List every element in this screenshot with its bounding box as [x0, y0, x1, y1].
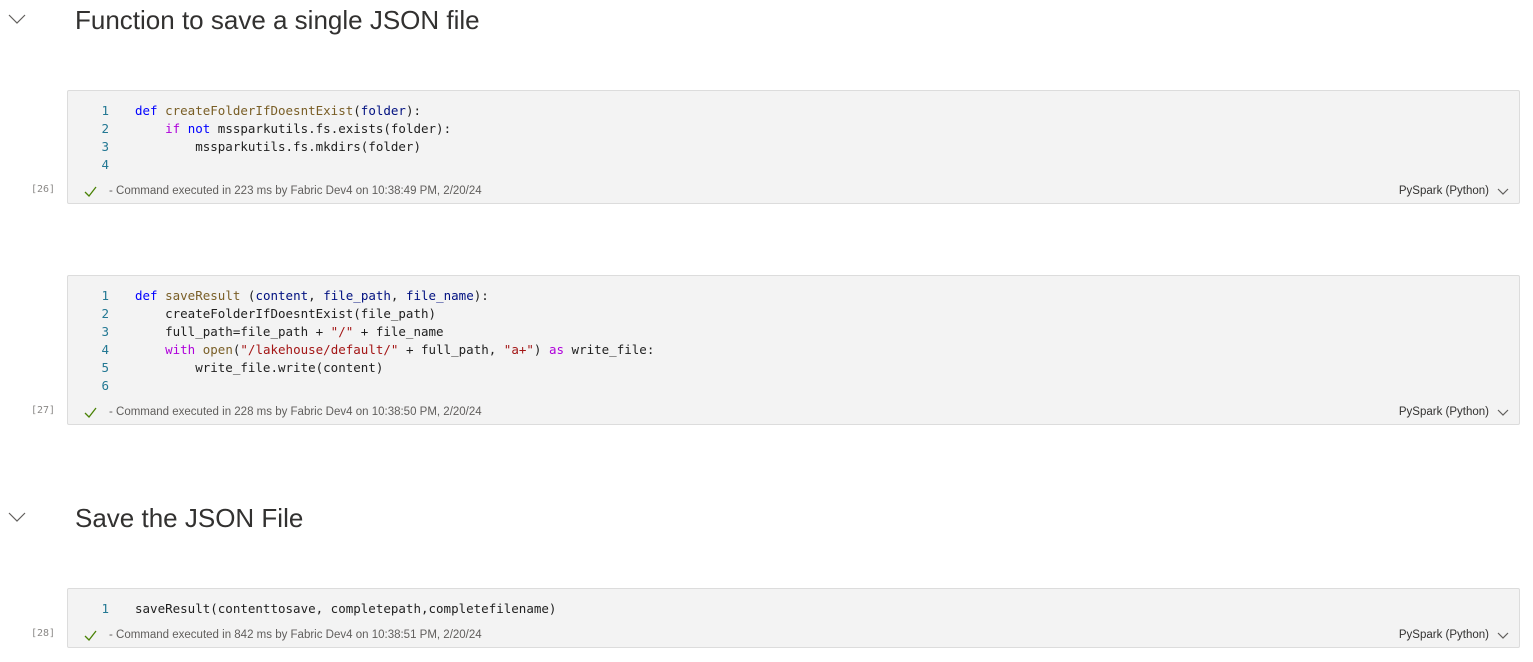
- language-selector[interactable]: PySpark (Python): [1399, 629, 1489, 641]
- code-text: saveResult(contenttosave, completepath,c…: [135, 601, 557, 616]
- execution-status: - Command executed in 223 ms by Fabric D…: [109, 185, 482, 197]
- line-number: 2: [101, 121, 109, 136]
- chevron-down-icon[interactable]: [8, 510, 26, 524]
- chevron-down-icon[interactable]: [1497, 408, 1509, 417]
- language-selector[interactable]: PySpark (Python): [1399, 406, 1489, 418]
- line-number: 6: [101, 378, 109, 393]
- cell-status-bar: - Command executed in 223 ms by Fabric D…: [68, 181, 1519, 203]
- line-number: 5: [101, 360, 109, 375]
- line-number: 1: [101, 288, 109, 303]
- line-number: 4: [101, 157, 109, 172]
- markdown-heading-1: Function to save a single JSON file: [0, 0, 1533, 50]
- code-text: write_file.write(content): [135, 360, 384, 375]
- execution-count: [26]: [31, 184, 56, 195]
- line-number: 3: [101, 324, 109, 339]
- execution-status: - Command executed in 842 ms by Fabric D…: [109, 629, 482, 641]
- checkmark-icon: [84, 630, 97, 641]
- code-cell[interactable]: 1 def saveResult (content, file_path, fil…: [67, 275, 1520, 425]
- code-text: createFolderIfDoesntExist(file_path): [135, 306, 437, 321]
- execution-count: [27]: [31, 405, 56, 416]
- checkmark-icon: [84, 407, 97, 418]
- execution-count: [28]: [31, 628, 56, 639]
- chevron-down-icon[interactable]: [8, 12, 26, 26]
- chevron-down-icon[interactable]: [1497, 187, 1509, 196]
- cell-status-bar: - Command executed in 228 ms by Fabric D…: [68, 402, 1519, 424]
- code-text: with open("/lakehouse/default/" + full_p…: [165, 342, 655, 357]
- line-number: 3: [101, 139, 109, 154]
- code-cell[interactable]: 1 saveResult(contenttosave, completepath,…: [67, 588, 1520, 648]
- line-number: 4: [101, 342, 109, 357]
- language-selector[interactable]: PySpark (Python): [1399, 185, 1489, 197]
- section-title: Save the JSON File: [75, 503, 304, 533]
- code-text: def saveResult (content, file_path, file…: [135, 288, 489, 303]
- chevron-down-icon[interactable]: [1497, 631, 1509, 640]
- line-number: 1: [101, 103, 109, 118]
- line-number: 2: [101, 306, 109, 321]
- execution-status: - Command executed in 228 ms by Fabric D…: [109, 406, 482, 418]
- code-text: full_path=file_path + "/" + file_name: [135, 324, 444, 339]
- checkmark-icon: [84, 186, 97, 197]
- cell-status-bar: - Command executed in 842 ms by Fabric D…: [68, 625, 1519, 647]
- code-text: if not mssparkutils.fs.exists(folder):: [165, 121, 452, 136]
- code-text: def createFolderIfDoesntExist(folder):: [135, 103, 422, 118]
- code-cell[interactable]: 1 def createFolderIfDoesntExist(folder): …: [67, 90, 1520, 204]
- line-number: 1: [101, 601, 109, 616]
- markdown-heading-2: Save the JSON File: [0, 498, 1533, 548]
- section-title: Function to save a single JSON file: [75, 5, 480, 35]
- code-text: mssparkutils.fs.mkdirs(folder): [135, 139, 421, 154]
